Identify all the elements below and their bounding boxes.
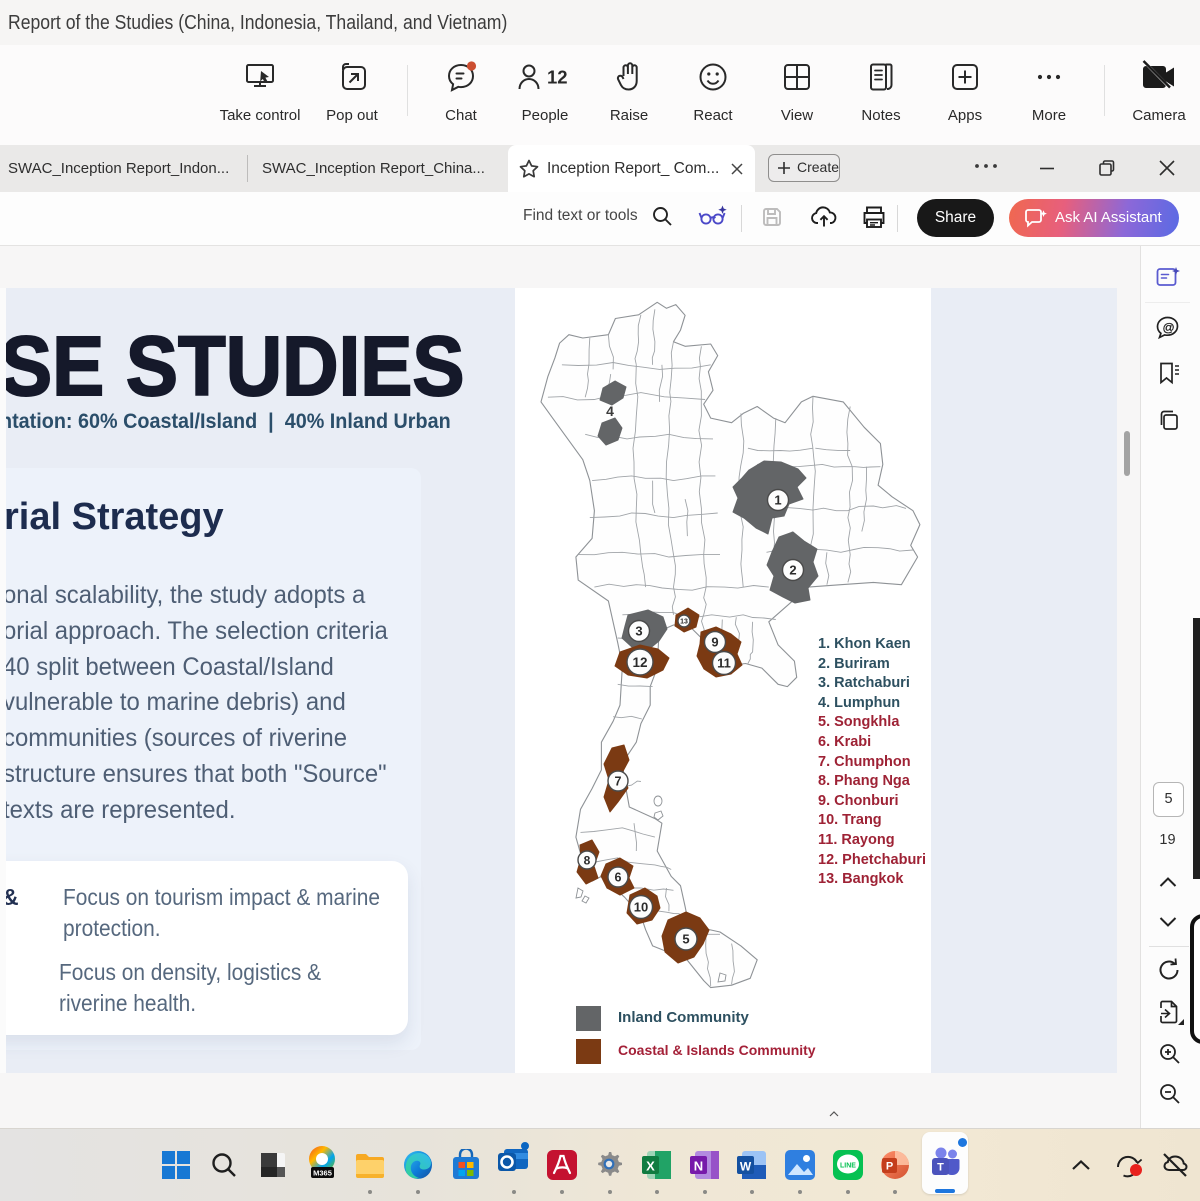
svg-text:LINE: LINE bbox=[840, 1163, 856, 1170]
svg-text:12: 12 bbox=[547, 67, 568, 88]
svg-text:12: 12 bbox=[632, 655, 647, 670]
svg-text:8: 8 bbox=[584, 853, 591, 867]
svg-text:X: X bbox=[646, 1159, 655, 1174]
svg-text:N: N bbox=[694, 1159, 703, 1174]
svg-text:3: 3 bbox=[635, 624, 642, 639]
svg-text:2: 2 bbox=[789, 563, 796, 578]
svg-text:@: @ bbox=[1163, 321, 1175, 335]
svg-text:13: 13 bbox=[680, 619, 688, 626]
svg-text:M365: M365 bbox=[313, 1169, 332, 1178]
svg-text:4: 4 bbox=[606, 403, 614, 419]
svg-text:11: 11 bbox=[717, 656, 731, 671]
svg-text:1: 1 bbox=[774, 493, 781, 508]
svg-text:W: W bbox=[740, 1160, 752, 1174]
svg-text:T: T bbox=[937, 1162, 944, 1174]
svg-text:5: 5 bbox=[682, 932, 689, 947]
svg-text:7: 7 bbox=[615, 775, 622, 789]
svg-text:10: 10 bbox=[634, 900, 648, 915]
svg-text:9: 9 bbox=[711, 635, 718, 650]
svg-text:P: P bbox=[886, 1161, 893, 1173]
svg-text:6: 6 bbox=[615, 871, 622, 885]
